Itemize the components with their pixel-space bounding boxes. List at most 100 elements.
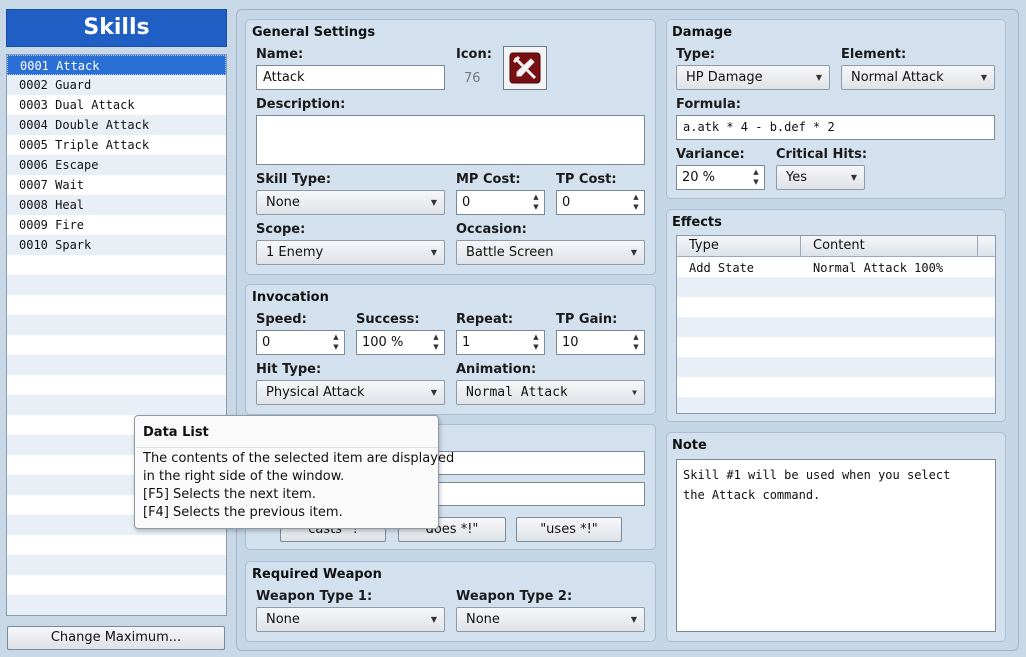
scope-value: 1 Enemy — [266, 245, 324, 260]
name-field[interactable]: Attack — [256, 65, 445, 90]
chevron-down-icon: ▼ — [850, 173, 857, 182]
column-divider — [800, 236, 801, 257]
tp-cost-label: TP Cost: — [556, 172, 617, 187]
occasion-value: Battle Screen — [466, 245, 554, 260]
skills-title-bar: Skills — [6, 9, 227, 47]
speed-stepper[interactable]: 0 ▲ ▼ — [256, 330, 345, 355]
description-field[interactable] — [256, 115, 645, 165]
tooltip-title: Data List — [143, 425, 209, 440]
effects-col-content[interactable]: Content — [813, 238, 865, 253]
skill-list-item-label: 0008 Heal — [19, 198, 85, 212]
stepper-arrows-icon[interactable]: ▲ ▼ — [631, 192, 641, 213]
chevron-down-icon: ▼ — [430, 388, 437, 397]
uses-template-button[interactable]: "uses *!" — [516, 517, 622, 542]
stepper-arrows-icon[interactable]: ▲ ▼ — [431, 332, 441, 353]
weapon-type-1-value: None — [266, 612, 300, 627]
element-select[interactable]: Normal Attack ▼ — [841, 65, 995, 90]
tp-cost-value: 0 — [562, 195, 571, 210]
stepper-arrows-icon[interactable]: ▲ ▼ — [751, 167, 761, 188]
weapon-type-2-value: None — [466, 612, 500, 627]
skill-list-item-label: 0007 Wait — [19, 178, 85, 192]
tp-cost-stepper[interactable]: 0 ▲ ▼ — [556, 190, 645, 215]
chevron-down-icon: ▼ — [980, 73, 987, 82]
data-list-tooltip: Data List The contents of the selected i… — [134, 415, 454, 529]
note-line-1: Skill #1 will be used when you select — [683, 468, 951, 482]
weapon-type-2-select[interactable]: None ▼ — [456, 607, 645, 632]
skill-list-item[interactable]: 0010 Spark — [7, 235, 226, 255]
chevron-down-icon: ▼ — [430, 615, 437, 624]
skill-list[interactable]: 0001 Attack 0002 Guard 0003 Dual Attack 000… — [6, 54, 227, 616]
skill-list-item[interactable]: 0002 Guard — [7, 75, 226, 95]
skill-list-item[interactable]: 0006 Escape — [7, 155, 226, 175]
weapon-type-1-select[interactable]: None ▼ — [256, 607, 445, 632]
skill-list-item-label: 0002 Guard — [19, 78, 92, 92]
critical-hits-select[interactable]: Yes ▼ — [776, 165, 865, 190]
stepper-arrows-icon[interactable]: ▲ ▼ — [531, 332, 541, 353]
sword-shield-icon — [509, 52, 541, 88]
formula-field[interactable]: a.atk * 4 - b.def * 2 — [676, 115, 995, 140]
effects-row[interactable]: Add State Normal Attack 100% — [677, 258, 995, 278]
note-field[interactable]: Skill #1 will be used when you select th… — [676, 459, 996, 632]
scope-label: Scope: — [256, 222, 306, 237]
effects-title: Effects — [672, 215, 722, 230]
required-weapon-title: Required Weapon — [252, 567, 382, 582]
mp-cost-stepper[interactable]: 0 ▲ ▼ — [456, 190, 545, 215]
name-value: Attack — [263, 70, 305, 85]
icon-picker[interactable] — [503, 46, 547, 90]
hit-type-label: Hit Type: — [256, 362, 322, 377]
skills-title: Skills — [83, 15, 150, 40]
skill-list-item-label: 0005 Triple Attack — [19, 138, 150, 152]
skill-list-item[interactable]: 0008 Heal — [7, 195, 226, 215]
general-settings-title: General Settings — [252, 25, 376, 40]
success-label: Success: — [356, 312, 420, 327]
variance-stepper[interactable]: 20 % ▲ ▼ — [676, 165, 765, 190]
skill-type-label: Skill Type: — [256, 172, 332, 187]
damage-type-label: Type: — [676, 47, 716, 62]
stepper-arrows-icon[interactable]: ▲ ▼ — [631, 332, 641, 353]
animation-select[interactable]: Normal Attack ▼ — [456, 380, 645, 405]
skill-list-item[interactable]: 0003 Dual Attack — [7, 95, 226, 115]
scope-select[interactable]: 1 Enemy ▼ — [256, 240, 445, 265]
damage-type-select[interactable]: HP Damage ▼ — [676, 65, 830, 90]
formula-value: a.atk * 4 - b.def * 2 — [683, 120, 835, 134]
element-label: Element: — [841, 47, 907, 62]
effects-header: Type Content — [677, 236, 995, 257]
chevron-down-icon: ▼ — [430, 198, 437, 207]
description-label: Description: — [256, 97, 346, 112]
tooltip-line-4: [F4] Selects the previous item. — [143, 505, 343, 520]
skill-list-item[interactable]: 0005 Triple Attack — [7, 135, 226, 155]
name-label: Name: — [256, 47, 304, 62]
occasion-label: Occasion: — [456, 222, 527, 237]
effects-col-type[interactable]: Type — [689, 238, 719, 253]
skill-list-item[interactable]: 0001 Attack — [7, 55, 226, 75]
repeat-stepper[interactable]: 1 ▲ ▼ — [456, 330, 545, 355]
skill-list-item[interactable]: 0009 Fire — [7, 215, 226, 235]
chevron-down-icon: ▼ — [430, 248, 437, 257]
change-maximum-button[interactable]: Change Maximum... — [7, 626, 225, 650]
skill-list-item-label: 0004 Double Attack — [19, 118, 150, 132]
note-line-2: the Attack command. — [683, 488, 821, 502]
stepper-arrows-icon[interactable]: ▲ ▼ — [531, 192, 541, 213]
icon-label: Icon: — [456, 47, 492, 62]
chevron-down-icon: ▼ — [630, 615, 637, 624]
note-title: Note — [672, 438, 707, 453]
occasion-select[interactable]: Battle Screen ▼ — [456, 240, 645, 265]
change-maximum-label: Change Maximum... — [50, 630, 182, 645]
skill-type-value: None — [266, 195, 300, 210]
skill-type-select[interactable]: None ▼ — [256, 190, 445, 215]
tooltip-divider — [136, 447, 438, 448]
stepper-arrows-icon[interactable]: ▲ ▼ — [331, 332, 341, 353]
skill-list-item-label: 0009 Fire — [19, 218, 85, 232]
critical-hits-label: Critical Hits: — [776, 147, 868, 162]
success-stepper[interactable]: 100 % ▲ ▼ — [356, 330, 445, 355]
hit-type-select[interactable]: Physical Attack ▼ — [256, 380, 445, 405]
tp-gain-stepper[interactable]: 10 ▲ ▼ — [556, 330, 645, 355]
skill-list-item[interactable]: 0007 Wait — [7, 175, 226, 195]
repeat-value: 1 — [462, 335, 471, 350]
invocation-title: Invocation — [252, 290, 329, 305]
effects-table[interactable]: Type Content Add State Normal Attack 100… — [676, 235, 996, 414]
success-value: 100 % — [362, 335, 404, 350]
mp-cost-label: MP Cost: — [456, 172, 521, 187]
repeat-label: Repeat: — [456, 312, 514, 327]
skill-list-item[interactable]: 0004 Double Attack — [7, 115, 226, 135]
